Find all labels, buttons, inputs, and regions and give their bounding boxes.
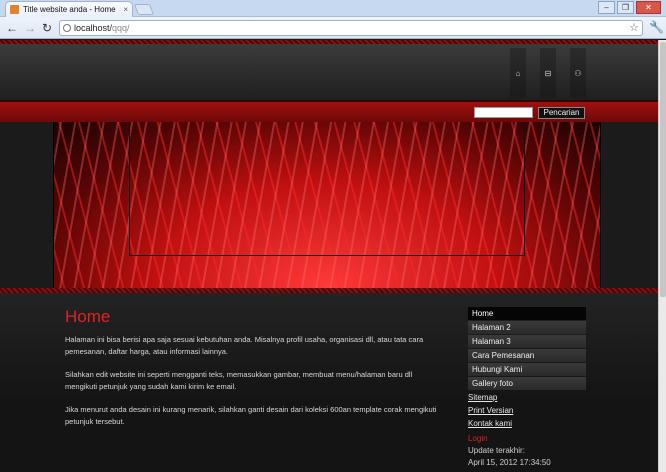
paragraph-3: Jika menurut anda desain ini kurang mena… — [65, 405, 437, 426]
home-icon[interactable]: ⌂ — [510, 48, 526, 98]
content: Home Halaman ini bisa berisi apa saja se… — [65, 307, 445, 439]
scrollbar-thumb[interactable] — [660, 42, 666, 297]
main-area: Home Halaman ini bisa berisi apa saja se… — [0, 293, 658, 472]
print-version-link[interactable]: Print Versian — [468, 404, 586, 417]
new-tab-button[interactable] — [133, 4, 155, 15]
wrench-icon[interactable]: 🔧 — [649, 20, 664, 34]
banner-frame — [129, 122, 525, 256]
favicon-icon — [10, 5, 19, 14]
tab-close-icon[interactable]: × — [123, 5, 128, 14]
update-label: Update terakhir: — [468, 446, 525, 455]
search-input[interactable] — [474, 107, 533, 118]
banner — [0, 122, 658, 288]
browser-toolbar: ← → ↻ localhost/qqq/ ☆ 🔧 — [0, 17, 666, 39]
sidebar: Home Halaman 2 Halaman 3 Cara Pemesanan … — [468, 307, 586, 469]
search-bar: Pencarian — [0, 100, 658, 122]
back-button[interactable]: ← — [6, 21, 18, 35]
search-button[interactable]: Pencarian — [538, 107, 585, 119]
bookmark-star-icon[interactable]: ☆ — [629, 21, 639, 35]
sitemap-icon[interactable]: ⊟ — [540, 48, 556, 98]
contact-link[interactable]: Kontak kami — [468, 417, 586, 430]
header-icons: ⌂ ⊟ ⚇ — [510, 48, 586, 98]
sitemap-link[interactable]: Sitemap — [468, 391, 586, 404]
reload-button[interactable]: ↻ — [42, 21, 52, 35]
close-window-button[interactable]: ✕ — [636, 1, 661, 14]
paragraph-2: Silahkan edit website ini seperti mengga… — [65, 370, 413, 391]
url-host: localhost/ — [74, 23, 113, 33]
url-path: qqq/ — [112, 23, 130, 33]
update-value: April 15, 2012 17:34:50 — [468, 458, 551, 467]
menu-item-halaman-3[interactable]: Halaman 3 — [468, 335, 586, 348]
menu-item-hubungi-kami[interactable]: Hubungi Kami — [468, 363, 586, 376]
page-title: Home — [65, 307, 111, 326]
page-scrollbar[interactable] — [658, 40, 666, 472]
menu-item-gallery-foto[interactable]: Gallery foto — [468, 377, 586, 390]
login-link[interactable]: Login — [468, 432, 586, 445]
menu-item-home[interactable]: Home — [468, 307, 586, 320]
restore-button[interactable]: ❐ — [617, 1, 634, 14]
menu-item-cara-pemesanan[interactable]: Cara Pemesanan — [468, 349, 586, 362]
page-viewport: ⌂ ⊟ ⚇ Pencarian Home Halaman ini bisa be… — [0, 40, 658, 472]
minimize-button[interactable]: – — [598, 1, 615, 14]
globe-icon — [63, 24, 71, 32]
paragraph-1: Halaman ini bisa berisi apa saja sesuai … — [65, 335, 424, 356]
contact-icon[interactable]: ⚇ — [570, 48, 586, 98]
address-bar[interactable]: localhost/qqq/ ☆ — [59, 20, 643, 36]
menu-item-halaman-2[interactable]: Halaman 2 — [468, 321, 586, 334]
browser-tab[interactable]: Title website anda - Home × — [5, 1, 133, 17]
header-band: ⌂ ⊟ ⚇ — [0, 44, 658, 100]
tab-title: Title website anda - Home — [23, 5, 116, 14]
tab-strip: Title website anda - Home × – ❐ ✕ — [0, 0, 666, 17]
forward-button[interactable]: → — [24, 21, 36, 35]
